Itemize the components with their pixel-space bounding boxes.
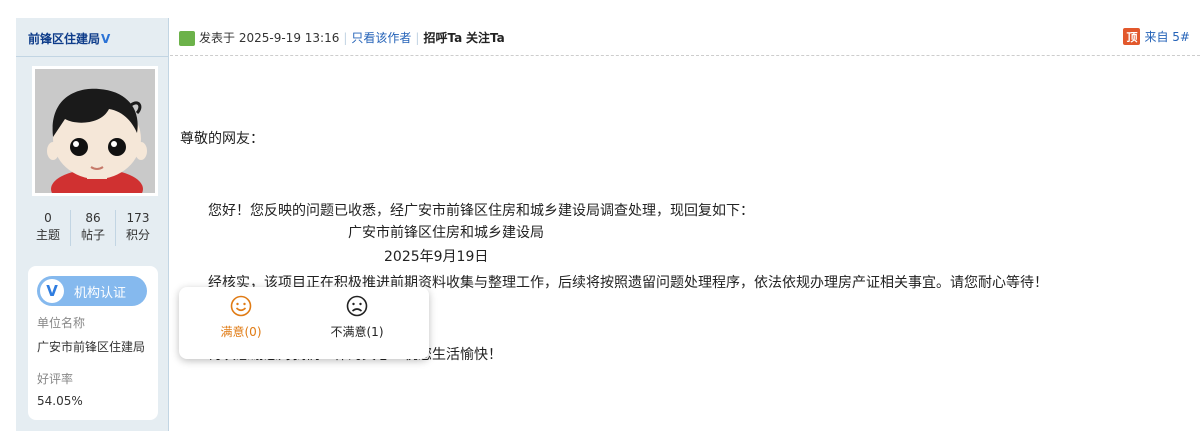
verified-v-icon: V (40, 279, 64, 303)
frown-face-icon (346, 295, 368, 317)
unit-name-label: 单位名称 (37, 316, 86, 330)
online-user-icon (179, 31, 195, 46)
unsatisfied-button[interactable]: 不满意(1) (302, 295, 412, 355)
post-header: 发表于 2025-9-19 13:16 | 只看该作者 | 招呼Ta 关注Ta 顶 来自… (170, 18, 1200, 56)
author-name[interactable]: 前锋区住建局 (28, 32, 100, 46)
stat-value: 0 (44, 211, 52, 225)
author-name-link[interactable]: 前锋区住建局V (28, 30, 110, 47)
verified-icon: V (101, 32, 111, 46)
salutation-line: 尊敬的网友： (180, 131, 264, 147)
floor-indicator: 顶 来自 5# (1123, 28, 1190, 45)
stat-label: 主题 (35, 228, 60, 242)
satisfaction-vote-panel: 满意(0) 不满意(1) (179, 287, 429, 359)
author-sidebar: 前锋区住建局V 0 主题 86 帖子 173 积分 V 机构认证 单位名称 广安… (16, 18, 169, 431)
unsatisfied-label: 不满意(1) (330, 325, 384, 339)
content-line: 您好！您反映的问题已收悉，经广安市前锋区住房和城乡建设局调查处理，现回复如下： (208, 203, 754, 219)
separator: | (343, 31, 348, 45)
signature-org: 广安市前锋区住房和城乡建设局 (348, 225, 544, 241)
stat-label: 积分 (125, 228, 150, 242)
author-stats: 0 主题 86 帖子 173 积分 (26, 210, 160, 246)
top-badge-icon[interactable]: 顶 (1123, 28, 1141, 45)
rating-label: 好评率 (37, 372, 74, 386)
post-signature: 广安市前锋区住房和城乡建设局 2025年9月19日 (348, 221, 544, 269)
avatar[interactable] (32, 66, 158, 196)
rating-value: 54.05% (37, 394, 83, 408)
stat-label: 帖子 (80, 228, 105, 242)
follow-link[interactable]: 关注Ta (466, 31, 505, 45)
avatar-image (35, 69, 155, 193)
post-meta: 发表于 2025-9-19 13:16 | 只看该作者 | 招呼Ta 关注Ta (199, 29, 505, 46)
stat-topics[interactable]: 0 主题 (26, 210, 70, 246)
satisfied-label: 满意(0) (220, 325, 262, 339)
stat-value: 86 (85, 211, 101, 225)
stat-value: 173 (126, 211, 150, 225)
posted-prefix: 发表于 (199, 31, 236, 45)
divider (16, 56, 168, 57)
unit-name-value: 广安市前锋区住建局 (37, 340, 146, 354)
smile-face-icon (230, 295, 252, 317)
certification-card: V 机构认证 单位名称 广安市前锋区住建局 好评率 54.05% (28, 266, 158, 420)
signature-date: 2025年9月19日 (384, 249, 489, 265)
floor-link[interactable]: 来自 5# (1144, 28, 1190, 45)
greet-link[interactable]: 招呼Ta (423, 31, 462, 45)
certification-label: 机构认证 (74, 285, 127, 301)
satisfied-button[interactable]: 满意(0) (186, 295, 296, 355)
certification-badge: V 机构认证 (37, 276, 147, 306)
only-author-link[interactable]: 只看该作者 (351, 31, 411, 45)
stat-points[interactable]: 173 积分 (115, 210, 160, 246)
stat-posts[interactable]: 86 帖子 (70, 210, 115, 246)
posted-time: 2025-9-19 13:16 (238, 31, 340, 45)
separator: | (415, 31, 420, 45)
